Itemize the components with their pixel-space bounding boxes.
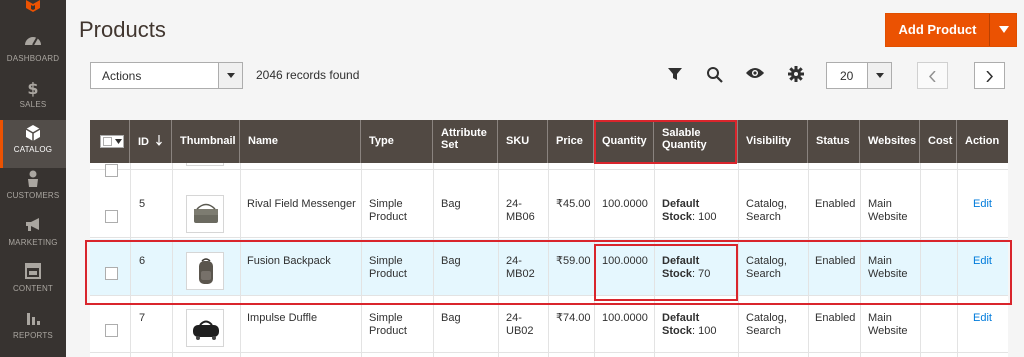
- megaphone-icon: [0, 217, 66, 237]
- table-row: 5 Rival Field Messenger Simple Product B…: [90, 181, 1008, 238]
- sidebar-item-label: REPORTS: [13, 331, 53, 340]
- cell-price: ₹45.00: [556, 198, 591, 210]
- column-header-type[interactable]: Type: [361, 120, 433, 163]
- sidebar-item-customers[interactable]: CUSTOMERS: [0, 166, 66, 214]
- cell-status: Enabled: [815, 198, 856, 210]
- cell-visibility: Catalog, Search: [746, 198, 787, 223]
- annotation-header-highlight: [594, 120, 737, 164]
- row-checkbox[interactable]: [105, 210, 118, 223]
- cell-salable-quantity: Default Stock: 100: [662, 198, 717, 223]
- add-product-button[interactable]: Add Product: [886, 14, 989, 46]
- next-page-button[interactable]: [974, 62, 1005, 89]
- gear-icon[interactable]: [788, 66, 806, 84]
- sidebar-item-sales[interactable]: $ SALES: [0, 75, 66, 123]
- eye-icon[interactable]: [745, 66, 765, 84]
- sidebar-item-label: DASHBOARD: [6, 54, 60, 63]
- magento-logo-icon[interactable]: [23, 0, 43, 12]
- sidebar-item-reports[interactable]: REPORTS: [0, 306, 66, 354]
- svg-text:$: $: [27, 79, 38, 97]
- sidebar-item-content[interactable]: CONTENT: [0, 259, 66, 307]
- sidebar-item-label: CATALOG: [13, 145, 53, 154]
- column-header-attribute-set[interactable]: Attribute Set: [433, 120, 498, 163]
- sidebar-item-label: SALES: [19, 100, 47, 109]
- sidebar-item-label: CONTENT: [12, 284, 54, 293]
- table-row: [90, 163, 1008, 177]
- search-icon[interactable]: [706, 66, 724, 84]
- cell-sku: 24-UB02: [506, 312, 534, 337]
- column-header-websites[interactable]: Websites: [860, 120, 920, 163]
- page-title: Products: [79, 17, 166, 42]
- previous-page-button[interactable]: [917, 62, 948, 89]
- row-checkbox[interactable]: [105, 164, 118, 177]
- dollar-icon: $: [0, 79, 66, 99]
- per-page-value: 20: [840, 69, 854, 83]
- cell-websites: Main Website: [868, 312, 908, 337]
- column-header-id[interactable]: ID: [130, 120, 172, 163]
- product-thumbnail[interactable]: [186, 195, 224, 233]
- chevron-right-icon: [986, 71, 993, 82]
- caret-down-icon: [218, 63, 242, 88]
- cell-attribute-set: Bag: [441, 312, 461, 324]
- cube-icon: [0, 124, 66, 144]
- column-header-thumbnail: Thumbnail: [172, 120, 240, 163]
- caret-down-icon: [867, 63, 891, 88]
- cell-status: Enabled: [815, 312, 856, 324]
- cell-type: Simple Product: [369, 198, 407, 223]
- cell-price: ₹74.00: [556, 312, 591, 324]
- messenger-bag-image: [194, 203, 218, 223]
- mass-select-column[interactable]: [90, 120, 130, 163]
- edit-link[interactable]: Edit: [973, 312, 992, 325]
- per-page-select[interactable]: 20: [826, 62, 892, 89]
- sidebar-item-label: CUSTOMERS: [6, 191, 60, 200]
- column-header-price[interactable]: Price: [548, 120, 594, 163]
- sidebar-item-marketing[interactable]: MARKETING: [0, 213, 66, 261]
- product-thumbnail[interactable]: [186, 309, 224, 347]
- column-header-sku[interactable]: SKU: [498, 120, 548, 163]
- column-header-visibility[interactable]: Visibility: [738, 120, 808, 163]
- cell-visibility: Catalog, Search: [746, 312, 787, 337]
- grid-header: ID Thumbnail Name Type Attribute Set SKU…: [90, 120, 1008, 163]
- sidebar-item-catalog[interactable]: CATALOG: [0, 120, 66, 168]
- sidebar-item-dashboard[interactable]: DASHBOARD: [0, 29, 66, 77]
- add-product-dropdown-toggle[interactable]: [989, 14, 1017, 46]
- cell-type: Simple Product: [369, 312, 407, 337]
- edit-link[interactable]: Edit: [973, 198, 992, 211]
- filter-icon[interactable]: [667, 66, 685, 84]
- gauge-icon: [0, 33, 66, 53]
- cell-id: 5: [139, 198, 146, 210]
- cell-name: Impulse Duffle: [247, 312, 318, 324]
- records-found: 2046 records found: [256, 68, 360, 82]
- add-product-split-button: Add Product: [885, 13, 1017, 47]
- cell-name: Rival Field Messenger: [247, 198, 356, 210]
- cell-salable-quantity: Default Stock: 100: [662, 312, 717, 337]
- caret-down-icon: [115, 139, 122, 144]
- column-header-name[interactable]: Name: [240, 120, 361, 163]
- cell-id: 7: [139, 312, 146, 324]
- mass-actions-select[interactable]: Actions: [90, 62, 243, 89]
- chevron-left-icon: [929, 71, 936, 82]
- layout-icon: [0, 263, 66, 283]
- column-header-cost[interactable]: Cost: [920, 120, 957, 163]
- sort-arrow-down-icon: [156, 135, 163, 146]
- bar-chart-icon: [0, 310, 66, 330]
- caret-down-icon: [999, 26, 1009, 33]
- cell-quantity: 100.0000: [602, 198, 648, 210]
- column-header-status[interactable]: Status: [808, 120, 860, 163]
- mass-actions-value: Actions: [102, 69, 142, 83]
- product-thumbnail[interactable]: [186, 163, 224, 166]
- cell-quantity: 100.0000: [602, 312, 648, 324]
- row-checkbox[interactable]: [105, 324, 118, 337]
- cell-sku: 24-MB06: [506, 198, 535, 223]
- annotation-row-highlight: [85, 240, 1012, 305]
- admin-sidebar: DASHBOARD $ SALES CATALOG CUSTOMERS MARK…: [0, 0, 66, 357]
- cell-attribute-set: Bag: [441, 198, 461, 210]
- cell-websites: Main Website: [868, 198, 908, 223]
- sidebar-item-label: MARKETING: [8, 238, 58, 247]
- duffle-bag-image: [193, 320, 219, 340]
- mass-select-checkbox[interactable]: [100, 135, 124, 148]
- column-header-action: Action: [965, 135, 1000, 147]
- person-icon: [0, 170, 66, 190]
